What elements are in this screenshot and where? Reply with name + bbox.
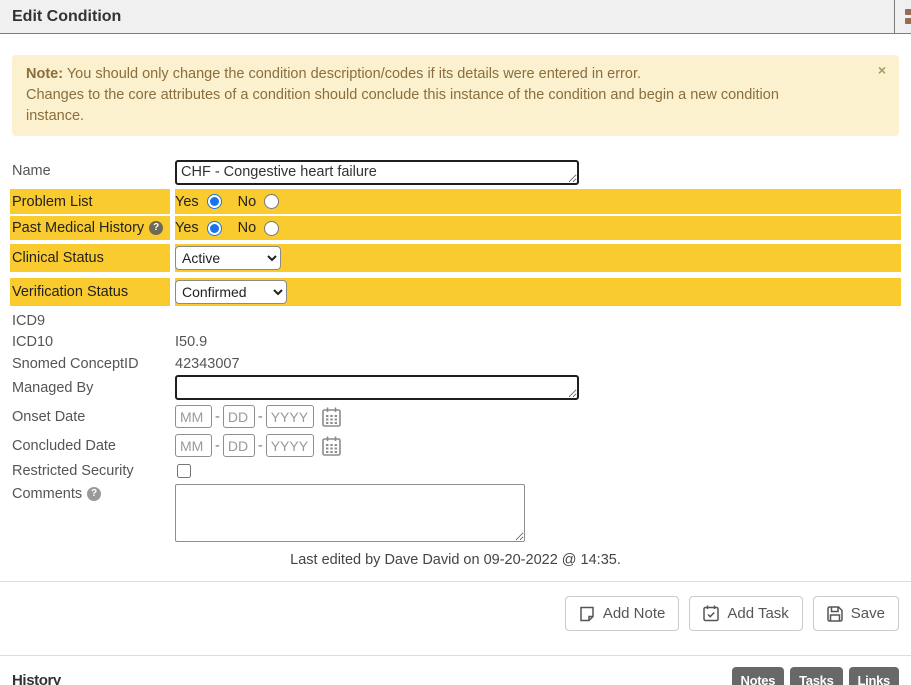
problem-list-row: Problem List Yes No (10, 189, 901, 214)
problem-list-no-radio[interactable] (264, 194, 279, 209)
onset-date-label: Onset Date (12, 409, 85, 425)
action-bar: Add Note Add Task Save (0, 596, 899, 631)
managed-by-input[interactable] (175, 375, 579, 400)
history-buttons: Notes Tasks Links (732, 667, 900, 685)
calendar-icon[interactable] (322, 407, 341, 427)
menu-icon (905, 9, 911, 15)
verification-status-label: Verification Status (12, 284, 128, 300)
problem-list-no-label: No (238, 194, 257, 210)
name-input[interactable]: CHF - Congestive heart failure (175, 160, 579, 185)
save-button[interactable]: Save (813, 596, 899, 631)
add-note-label: Add Note (603, 605, 666, 622)
concluded-date-row: Concluded Date - - (10, 433, 901, 458)
name-label: Name (12, 163, 51, 179)
header-side-panel[interactable] (894, 0, 911, 33)
history-title: History (12, 672, 61, 685)
managed-by-row: Managed By (10, 375, 901, 400)
warning-note: Note: You should only change the conditi… (12, 55, 899, 136)
menu-icon (905, 18, 911, 24)
pmh-no-label: No (238, 220, 257, 236)
problem-list-yes-label: Yes (175, 194, 199, 210)
restricted-security-checkbox[interactable] (177, 464, 191, 478)
note-line2: Changes to the core attributes of a cond… (26, 87, 779, 103)
comments-row: Comments ? (10, 484, 901, 542)
links-button[interactable]: Links (849, 667, 899, 685)
past-medical-history-label: Past Medical History (12, 220, 144, 236)
verification-status-select[interactable]: Confirmed (175, 280, 287, 304)
icd10-label: ICD10 (12, 334, 53, 350)
clinical-status-select[interactable]: Active (175, 246, 281, 270)
date-separator: - (258, 409, 263, 425)
snomed-label: Snomed ConceptID (12, 356, 139, 372)
past-medical-history-row: Past Medical History ? Yes No (10, 216, 901, 240)
add-task-button[interactable]: Add Task (689, 596, 802, 631)
note-line1: You should only change the condition des… (63, 66, 641, 82)
page-title: Edit Condition (0, 8, 121, 26)
comments-label: Comments (12, 486, 82, 502)
clinical-status-row: Clinical Status Active (10, 244, 901, 272)
concluded-day-input[interactable] (223, 434, 255, 457)
note-line3: instance. (26, 108, 84, 124)
comments-textarea[interactable] (175, 484, 525, 542)
help-icon[interactable]: ? (149, 221, 163, 235)
pmh-no-radio[interactable] (264, 221, 279, 236)
calendar-icon[interactable] (322, 436, 341, 456)
task-calendar-icon (703, 605, 719, 622)
edit-condition-form: Name CHF - Congestive heart failure Prob… (0, 160, 911, 568)
snomed-row: Snomed ConceptID 42343007 (10, 353, 901, 374)
name-row: Name CHF - Congestive heart failure (10, 160, 901, 188)
concluded-month-input[interactable] (175, 434, 212, 457)
managed-by-label: Managed By (12, 380, 93, 396)
onset-year-input[interactable] (266, 405, 314, 428)
snomed-value: 42343007 (175, 356, 240, 372)
note-icon (579, 606, 595, 622)
concluded-date-label: Concluded Date (12, 438, 116, 454)
date-separator: - (258, 438, 263, 454)
clinical-status-label: Clinical Status (12, 250, 104, 266)
note-label: Note: (26, 66, 63, 82)
close-icon[interactable]: × (878, 63, 886, 77)
restricted-security-label: Restricted Security (12, 463, 134, 479)
page-header: Edit Condition (0, 0, 911, 34)
tasks-button[interactable]: Tasks (790, 667, 842, 685)
pmh-yes-label: Yes (175, 220, 199, 236)
divider (0, 655, 911, 656)
onset-day-input[interactable] (223, 405, 255, 428)
onset-date-row: Onset Date - - (10, 404, 901, 429)
restricted-security-row: Restricted Security (10, 460, 901, 481)
icd9-label: ICD9 (12, 313, 45, 329)
verification-status-row: Verification Status Confirmed (10, 278, 901, 306)
icd9-row: ICD9 (10, 311, 901, 331)
add-note-button[interactable]: Add Note (565, 596, 680, 631)
add-task-label: Add Task (727, 605, 788, 622)
pmh-yes-radio[interactable] (207, 221, 222, 236)
help-icon[interactable]: ? (87, 487, 101, 501)
date-separator: - (215, 409, 220, 425)
notes-button[interactable]: Notes (732, 667, 785, 685)
icd10-row: ICD10 I50.9 (10, 332, 901, 352)
date-separator: - (215, 438, 220, 454)
problem-list-label: Problem List (12, 194, 93, 210)
divider (0, 581, 911, 582)
history-section: History Notes Tasks Links (12, 667, 899, 685)
icd10-value: I50.9 (175, 334, 207, 350)
concluded-year-input[interactable] (266, 434, 314, 457)
problem-list-yes-radio[interactable] (207, 194, 222, 209)
save-icon (827, 606, 843, 622)
last-edited-text: Last edited by Dave David on 09-20-2022 … (0, 552, 911, 568)
onset-month-input[interactable] (175, 405, 212, 428)
save-label: Save (851, 605, 885, 622)
